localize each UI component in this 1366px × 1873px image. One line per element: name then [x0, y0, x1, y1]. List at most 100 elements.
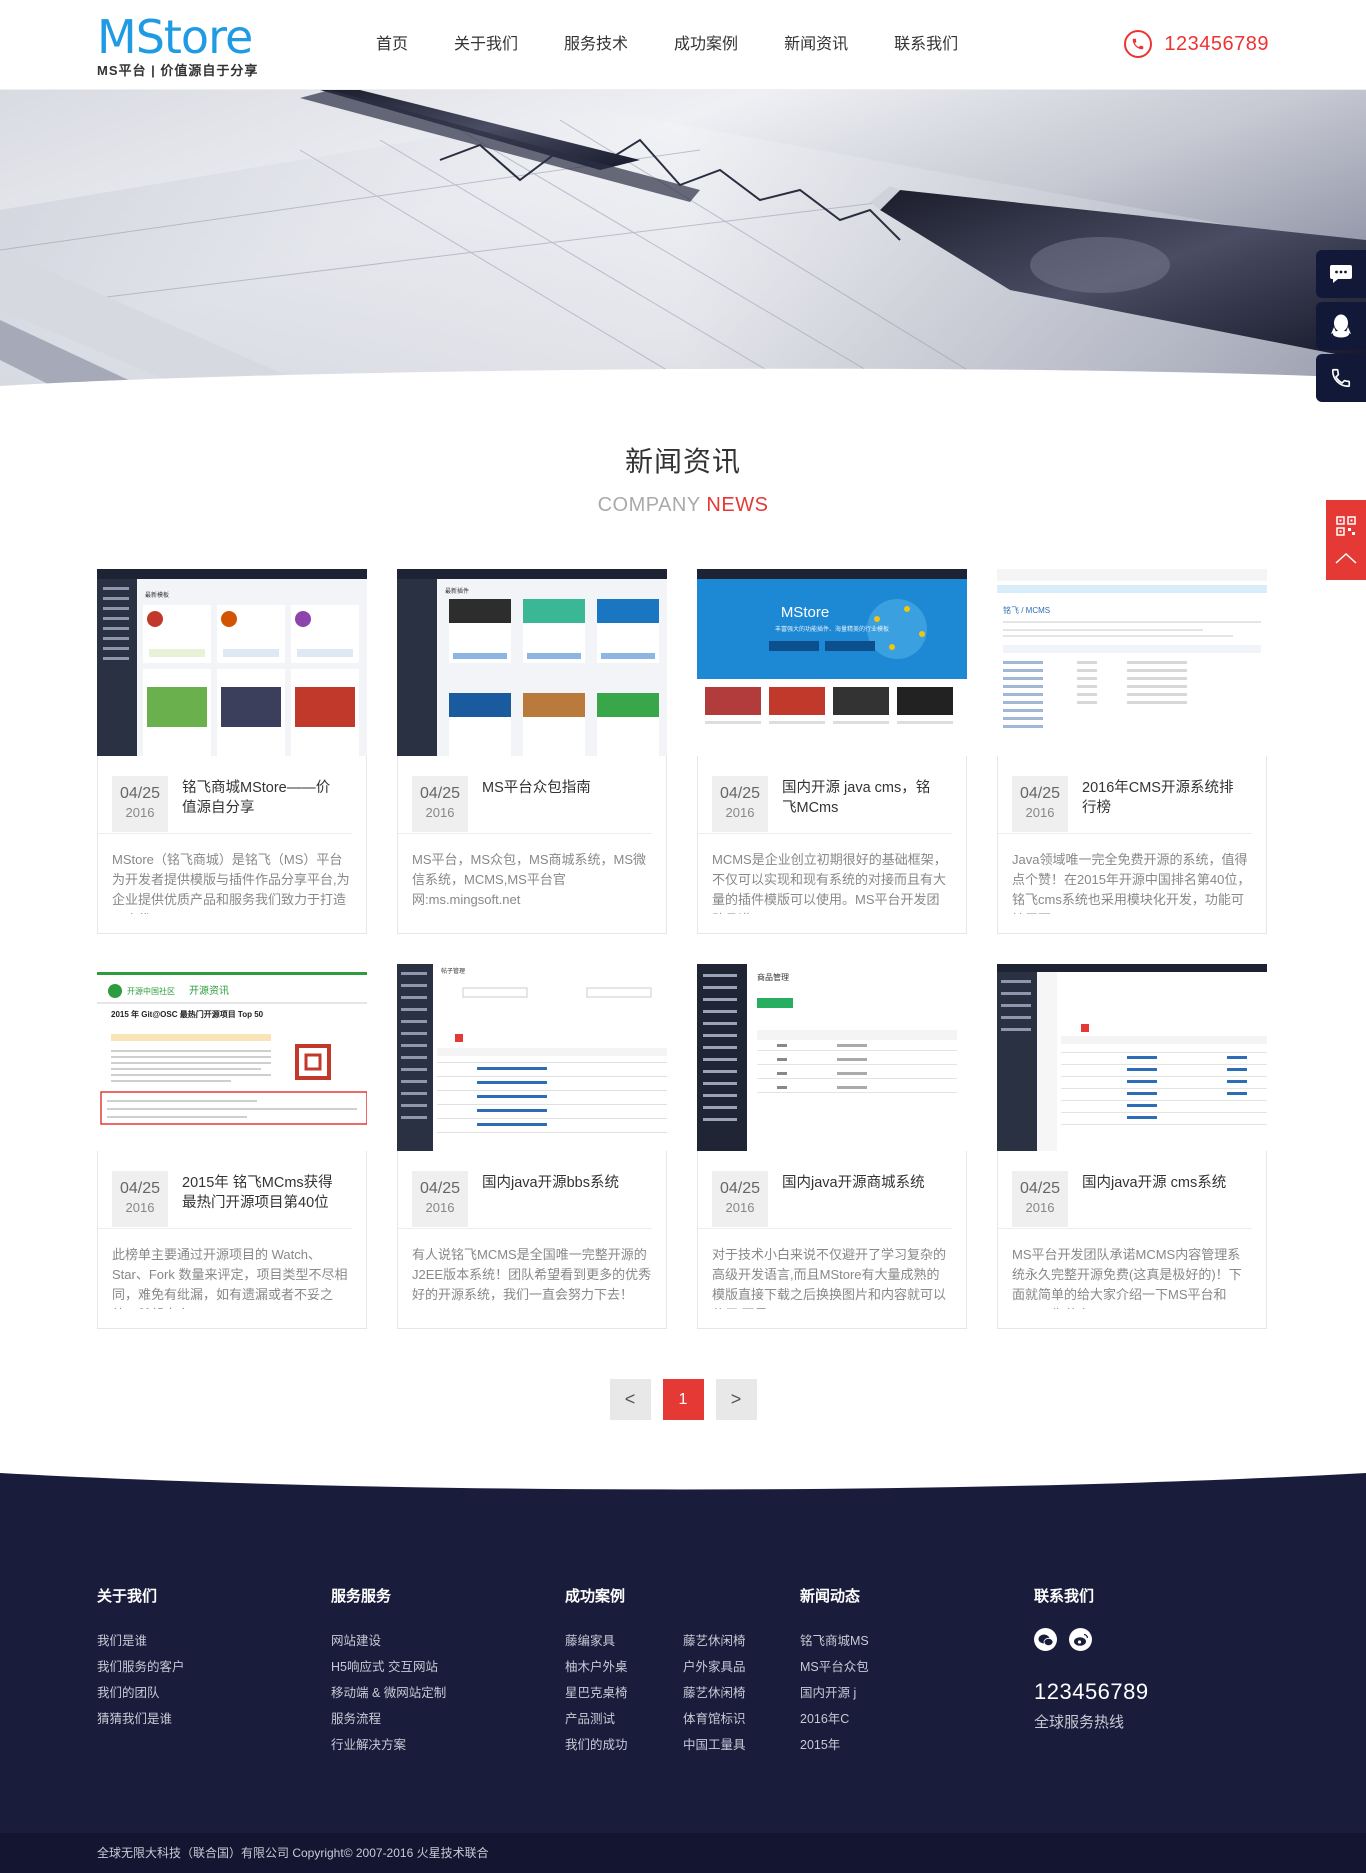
news-title[interactable]: 国内java开源商城系统	[782, 1171, 925, 1228]
card-header: 04/25 2016 国内java开源bbs系统	[398, 1151, 652, 1229]
date-badge: 04/25 2016	[412, 776, 468, 832]
thumb-site: 开源中国社区	[127, 986, 175, 996]
news-thumbnail[interactable]: 商品管理	[697, 964, 967, 1151]
news-thumbnail[interactable]: 帖子管理	[397, 964, 667, 1151]
footer-link[interactable]: 星巴克桌椅	[565, 1680, 683, 1706]
footer-link[interactable]: 柚木户外桌	[565, 1654, 683, 1680]
news-card[interactable]: MStore 丰富强大的功能插件、海量精美的行业模板 04/25 2016 国内…	[697, 569, 967, 934]
nav-contact[interactable]: 联系我们	[871, 0, 981, 90]
date-month-day: 04/25	[719, 1180, 761, 1197]
qq-button[interactable]	[1316, 302, 1366, 350]
wechat-icon[interactable]	[1034, 1628, 1057, 1651]
news-title[interactable]: 2015年 铭飞MCms获得最热门开源项目第40位	[182, 1171, 338, 1228]
next-page-button[interactable]: >	[715, 1379, 757, 1420]
date-badge: 04/25 2016	[1012, 776, 1068, 832]
social-links	[1034, 1628, 1149, 1651]
footer-link[interactable]: 我们的团队	[97, 1680, 185, 1706]
news-excerpt: MCMS是企业创立初期很好的基础框架，不仅可以实现和现有系统的对接而且有大量的插…	[712, 852, 947, 914]
page-1-button[interactable]: 1	[662, 1379, 704, 1420]
footer-link[interactable]: 铭飞商城MS	[800, 1628, 869, 1654]
nav-home[interactable]: 首页	[358, 0, 431, 90]
nav-services[interactable]: 服务技术	[541, 0, 651, 90]
thumb-label: 铭飞 / MCMS	[1003, 605, 1050, 615]
weibo-icon[interactable]	[1069, 1628, 1092, 1651]
news-thumbnail[interactable]: 开源中国社区 开源资讯 2015 年 Git@OSC 最热门开源项目 Top 5…	[97, 964, 367, 1151]
footer-link[interactable]: 我们服务的客户	[97, 1654, 185, 1680]
footer-link[interactable]: 2016年C	[800, 1706, 869, 1732]
news-card[interactable]: 商品管理 04/25 2016 国内java开源商城系统 对于技术小白来说不仅避…	[697, 964, 967, 1329]
news-title[interactable]: 国内java开源 cms系统	[1082, 1171, 1226, 1228]
chat-button[interactable]	[1316, 250, 1366, 298]
news-thumbnail[interactable]: 最新插件	[397, 569, 667, 756]
footer-link[interactable]: 藤编家具	[565, 1628, 683, 1654]
news-thumbnail[interactable]: MStore 丰富强大的功能插件、海量精美的行业模板	[697, 569, 967, 756]
date-month-day: 04/25	[119, 1180, 161, 1197]
logo[interactable]: MStore MS平台 | 价值源自于分享	[97, 14, 258, 79]
footer-link[interactable]: 2015年	[800, 1732, 869, 1758]
news-excerpt: MS平台，MS众包，MS商城系统，MS微信系统，MCMS,MS平台官网:ms.m…	[412, 852, 647, 907]
nav-about[interactable]: 关于我们	[431, 0, 541, 90]
thumb-git-repo: 铭飞 / MCMS	[997, 569, 1267, 756]
side-float-bar	[1316, 250, 1366, 406]
news-card[interactable]: 最新模板 04/25 2016 铭飞商城MStore——价值源自分享 MStor…	[97, 569, 367, 934]
news-card[interactable]: 04/25 2016 国内java开源 cms系统 MS平台开发团队承诺MCMS…	[997, 964, 1267, 1329]
phone-icon	[1124, 30, 1153, 58]
footer-link[interactable]: 行业解决方案	[331, 1732, 446, 1758]
news-excerpt: 有人说铭飞MCMS是全国唯一完整开源的J2EE版本系统！团队希望看到更多的优秀好…	[412, 1247, 652, 1302]
news-excerpt: Java领域唯一完全免费开源的系统，值得点个赞！在2015年开源中国排名第40位…	[1012, 852, 1251, 914]
phone-button[interactable]	[1316, 354, 1366, 402]
phone-icon	[1331, 368, 1351, 388]
footer-hotline-label: 全球服务热线	[1034, 1714, 1125, 1731]
date-month-day: 04/25	[419, 785, 461, 802]
footer-link[interactable]: 网站建设	[331, 1628, 446, 1654]
footer-link[interactable]: 藤艺休闲椅	[683, 1628, 801, 1654]
thumb-bbs-admin: 帖子管理	[397, 964, 667, 1151]
footer-col-about: 关于我们 我们是谁 我们服务的客户 我们的团队 猜猜我们是谁	[97, 1585, 185, 1732]
news-thumbnail[interactable]: 最新模板	[97, 569, 367, 756]
qrcode-icon[interactable]	[1336, 516, 1356, 536]
footer-link[interactable]: 体育馆标识	[683, 1706, 801, 1732]
news-thumbnail[interactable]	[997, 964, 1267, 1151]
footer-link[interactable]: H5响应式 交互网站	[331, 1654, 446, 1680]
prev-page-button[interactable]: <	[609, 1379, 651, 1420]
main-nav: 首页 关于我们 服务技术 成功案例 新闻资讯 联系我们	[358, 0, 981, 90]
footer-link[interactable]: 猜猜我们是谁	[97, 1706, 185, 1732]
footer-link[interactable]: 中国工量具	[683, 1732, 801, 1758]
nav-cases[interactable]: 成功案例	[651, 0, 761, 90]
site-header: MStore MS平台 | 价值源自于分享 首页 关于我们 服务技术 成功案例 …	[0, 0, 1366, 90]
date-badge: 04/25 2016	[112, 776, 168, 832]
footer-link[interactable]: 移动端 & 微网站定制	[331, 1680, 446, 1706]
nav-news[interactable]: 新闻资讯	[761, 0, 871, 90]
date-year: 2016	[125, 805, 155, 820]
footer-link[interactable]: 我们的成功	[565, 1732, 683, 1758]
footer-link[interactable]: 国内开源 j	[800, 1680, 869, 1706]
news-title[interactable]: 国内java开源bbs系统	[482, 1171, 619, 1228]
news-card[interactable]: 铭飞 / MCMS 04/25 2016 2016年CMS开源系统排行榜 Jav…	[997, 569, 1267, 934]
card-header: 04/25 2016 国内java开源商城系统	[698, 1151, 952, 1229]
footer-link[interactable]: 产品测试	[565, 1706, 683, 1732]
news-card[interactable]: 帖子管理 04/25 2016 国内java开源bbs系统 有人说铭飞MCMS是…	[397, 964, 667, 1329]
news-title[interactable]: 2016年CMS开源系统排行榜	[1082, 776, 1238, 833]
news-title[interactable]: 铭飞商城MStore——价值源自分享	[182, 776, 338, 833]
footer-link[interactable]: MS平台众包	[800, 1654, 869, 1680]
arrow-up-icon[interactable]	[1335, 552, 1357, 564]
header-phone[interactable]: 123456789	[1124, 30, 1269, 58]
news-thumbnail[interactable]: 铭飞 / MCMS	[997, 569, 1267, 756]
footer-link[interactable]: 我们是谁	[97, 1628, 185, 1654]
footer-hotline[interactable]: 123456789	[1034, 1679, 1149, 1705]
hero-banner	[0, 90, 1366, 390]
news-title[interactable]: 国内开源 java cms，铭飞MCms	[782, 776, 938, 833]
news-card[interactable]: 最新插件 04/25 2016 MS平台众包指南 MS平台，MS众包，MS商城系…	[397, 569, 667, 934]
section-subtitle-red: NEWS	[706, 494, 769, 516]
footer-link[interactable]: 户外家具品	[683, 1654, 801, 1680]
date-year: 2016	[425, 805, 455, 820]
card-header: 04/25 2016 2015年 铭飞MCms获得最热门开源项目第40位	[98, 1151, 352, 1229]
footer-link[interactable]: 服务流程	[331, 1706, 446, 1732]
date-badge: 04/25 2016	[112, 1171, 168, 1227]
footer-link[interactable]: 藤艺休闲椅	[683, 1680, 801, 1706]
news-card[interactable]: 开源中国社区 开源资讯 2015 年 Git@OSC 最热门开源项目 Top 5…	[97, 964, 367, 1329]
footer-col-title: 联系我们	[1034, 1588, 1095, 1605]
news-excerpt: MStore（铭飞商城）是铭飞（MS）平台为开发者提供模版与插件作品分享平台,为…	[112, 852, 350, 914]
side-float-red	[1326, 500, 1366, 580]
news-title[interactable]: MS平台众包指南	[482, 776, 591, 833]
